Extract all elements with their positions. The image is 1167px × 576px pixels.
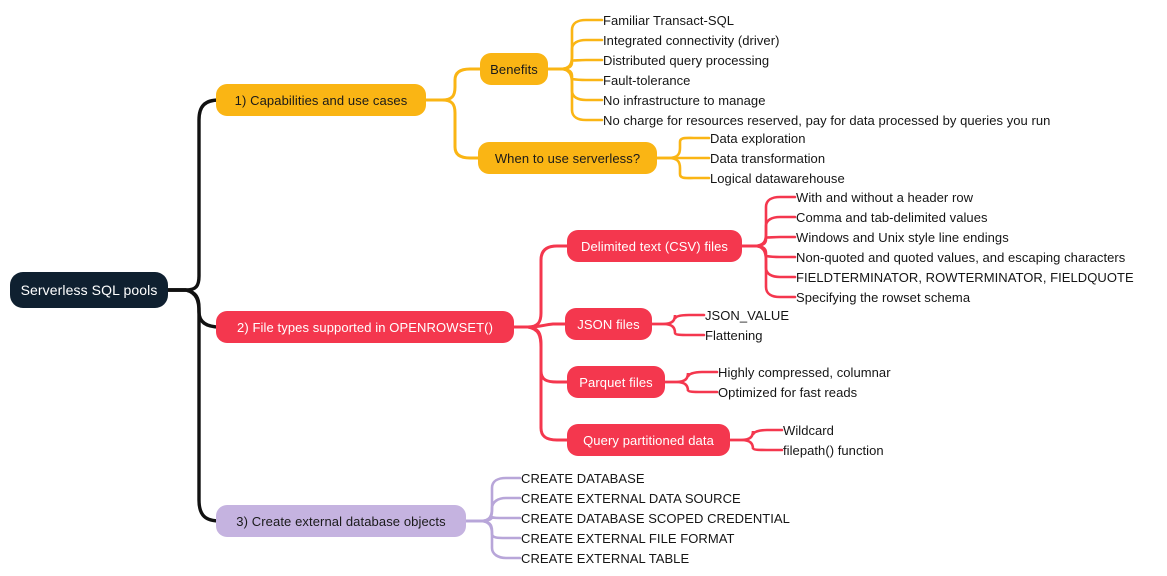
csv-leaf-1 — [740, 215, 797, 248]
parquet-leaf-0 — [663, 370, 719, 384]
leaf-item: CREATE DATABASE SCOPED CREDENTIAL — [521, 511, 790, 526]
when-leaf-2 — [655, 156, 711, 180]
parquet-leaf-connectors — [663, 370, 719, 394]
branch-1-connectors — [424, 67, 483, 160]
leaf-item: Windows and Unix style line endings — [796, 230, 1009, 245]
leaf-item: With and without a header row — [796, 190, 974, 205]
leaf-item: Flattening — [705, 328, 763, 343]
branch3-leaf-3 — [464, 519, 522, 540]
leaf-item: Wildcard — [783, 423, 834, 438]
leaf-item: Non-quoted and quoted values, and escapi… — [796, 250, 1126, 265]
sub-node-json-files[interactable]: JSON files — [565, 308, 652, 340]
branch2-to-json — [512, 322, 567, 329]
root-connectors — [166, 98, 234, 523]
json-leaf-1 — [650, 322, 706, 337]
branch-node-file-types-label: 2) File types supported in OPENROWSET() — [236, 319, 494, 335]
sub-node-delimited-text-csv-files[interactable]: Delimited text (CSV) files — [567, 230, 742, 262]
sub-node-query-partitioned-data-label: Query partitioned data — [583, 432, 714, 448]
connector-layer — [166, 18, 797, 560]
benefits-leaf-5 — [546, 67, 604, 122]
sub-node-query-partitioned-data[interactable]: Query partitioned data — [567, 424, 730, 456]
sub-node-when-to-use-serverless[interactable]: When to use serverless? — [478, 142, 657, 174]
leaf-item: Data exploration — [710, 131, 806, 146]
when-leaf-connectors — [655, 136, 711, 180]
leaf-item: Optimized for fast reads — [718, 385, 858, 400]
partitioned-leaf-connectors — [728, 428, 784, 452]
sub-node-parquet-files[interactable]: Parquet files — [567, 366, 665, 398]
json-leaf-connectors — [650, 313, 706, 337]
csv-leaf-2 — [740, 235, 797, 248]
root-node[interactable]: Serverless SQL pools — [10, 272, 168, 308]
leaf-item: CREATE EXTERNAL DATA SOURCE — [521, 491, 741, 506]
branch2-to-partitioned — [512, 325, 570, 442]
leaf-item: JSON_VALUE — [705, 308, 790, 323]
leaf-item: Integrated connectivity (driver) — [603, 33, 780, 48]
root-node-label: Serverless SQL pools — [20, 282, 158, 298]
branch-3-leaf-connectors — [464, 476, 522, 560]
root-to-branch-1 — [166, 98, 234, 292]
branch1-to-benefits — [424, 67, 483, 102]
partitioned-leaf-0 — [728, 428, 784, 442]
leaf-item: CREATE EXTERNAL TABLE — [521, 551, 690, 566]
leaf-item: Specifying the rowset schema — [796, 290, 971, 305]
mindmap-canvas: Serverless SQL pools 1) Capabilities and… — [0, 0, 1167, 576]
sub-node-delimited-text-csv-files-label: Delimited text (CSV) files — [580, 238, 729, 254]
branch-2-connectors — [512, 244, 570, 442]
csv-leaf-0 — [740, 195, 797, 248]
csv-leaf-4 — [740, 244, 797, 279]
branch3-leaf-2 — [464, 515, 522, 523]
branch2-to-csv — [512, 244, 570, 329]
sub-node-json-files-label: JSON files — [577, 316, 640, 332]
branch3-leaf-1 — [464, 496, 522, 523]
json-leaf-0 — [650, 313, 706, 326]
leaf-item: Data transformation — [710, 151, 826, 166]
leaf-item: filepath() function — [783, 443, 884, 458]
branch-node-create-external-objects[interactable]: 3) Create external database objects — [216, 505, 466, 537]
benefits-leaf-1 — [546, 38, 604, 71]
sub-node-when-to-use-serverless-label: When to use serverless? — [494, 150, 641, 166]
csv-leaf-connectors — [740, 195, 797, 299]
benefits-leaf-2 — [546, 58, 604, 71]
benefits-leaf-3 — [546, 67, 604, 82]
parquet-leaf-1 — [663, 380, 719, 394]
leaf-item: Comma and tab-delimited values — [796, 210, 988, 225]
leaf-item: CREATE DATABASE — [521, 471, 645, 486]
when-leaf-0 — [655, 136, 711, 160]
branch-node-create-external-objects-label: 3) Create external database objects — [236, 513, 446, 529]
leaf-item: Fault-tolerance — [603, 73, 691, 88]
branch-node-capabilities-label: 1) Capabilities and use cases — [234, 92, 408, 108]
leaf-item: No infrastructure to manage — [603, 93, 766, 108]
branch3-leaf-4 — [464, 519, 522, 560]
branch-node-capabilities[interactable]: 1) Capabilities and use cases — [216, 84, 426, 116]
benefits-leaf-connectors — [546, 18, 604, 122]
leaf-item: CREATE EXTERNAL FILE FORMAT — [521, 531, 735, 546]
csv-leaf-5 — [740, 244, 797, 299]
leaf-item: FIELDTERMINATOR, ROWTERMINATOR, FIELDQUO… — [796, 270, 1134, 285]
leaf-item: No charge for resources reserved, pay fo… — [603, 113, 1051, 128]
sub-node-benefits-label: Benefits — [490, 61, 538, 77]
branch-node-file-types[interactable]: 2) File types supported in OPENROWSET() — [216, 311, 514, 343]
leaf-item: Familiar Transact-SQL — [603, 13, 735, 28]
sub-node-benefits[interactable]: Benefits — [480, 53, 548, 85]
branch3-leaf-0 — [464, 476, 522, 523]
branch2-to-parquet — [512, 325, 570, 384]
leaf-item: Highly compressed, columnar — [718, 365, 891, 380]
benefits-leaf-4 — [546, 67, 604, 102]
partitioned-leaf-1 — [728, 438, 784, 452]
branch1-to-when — [424, 98, 481, 160]
benefits-leaf-0 — [546, 18, 604, 71]
leaf-item: Logical datawarehouse — [710, 171, 845, 186]
leaf-item: Distributed query processing — [603, 53, 770, 68]
sub-node-parquet-files-label: Parquet files — [579, 374, 653, 390]
csv-leaf-3 — [740, 244, 797, 259]
